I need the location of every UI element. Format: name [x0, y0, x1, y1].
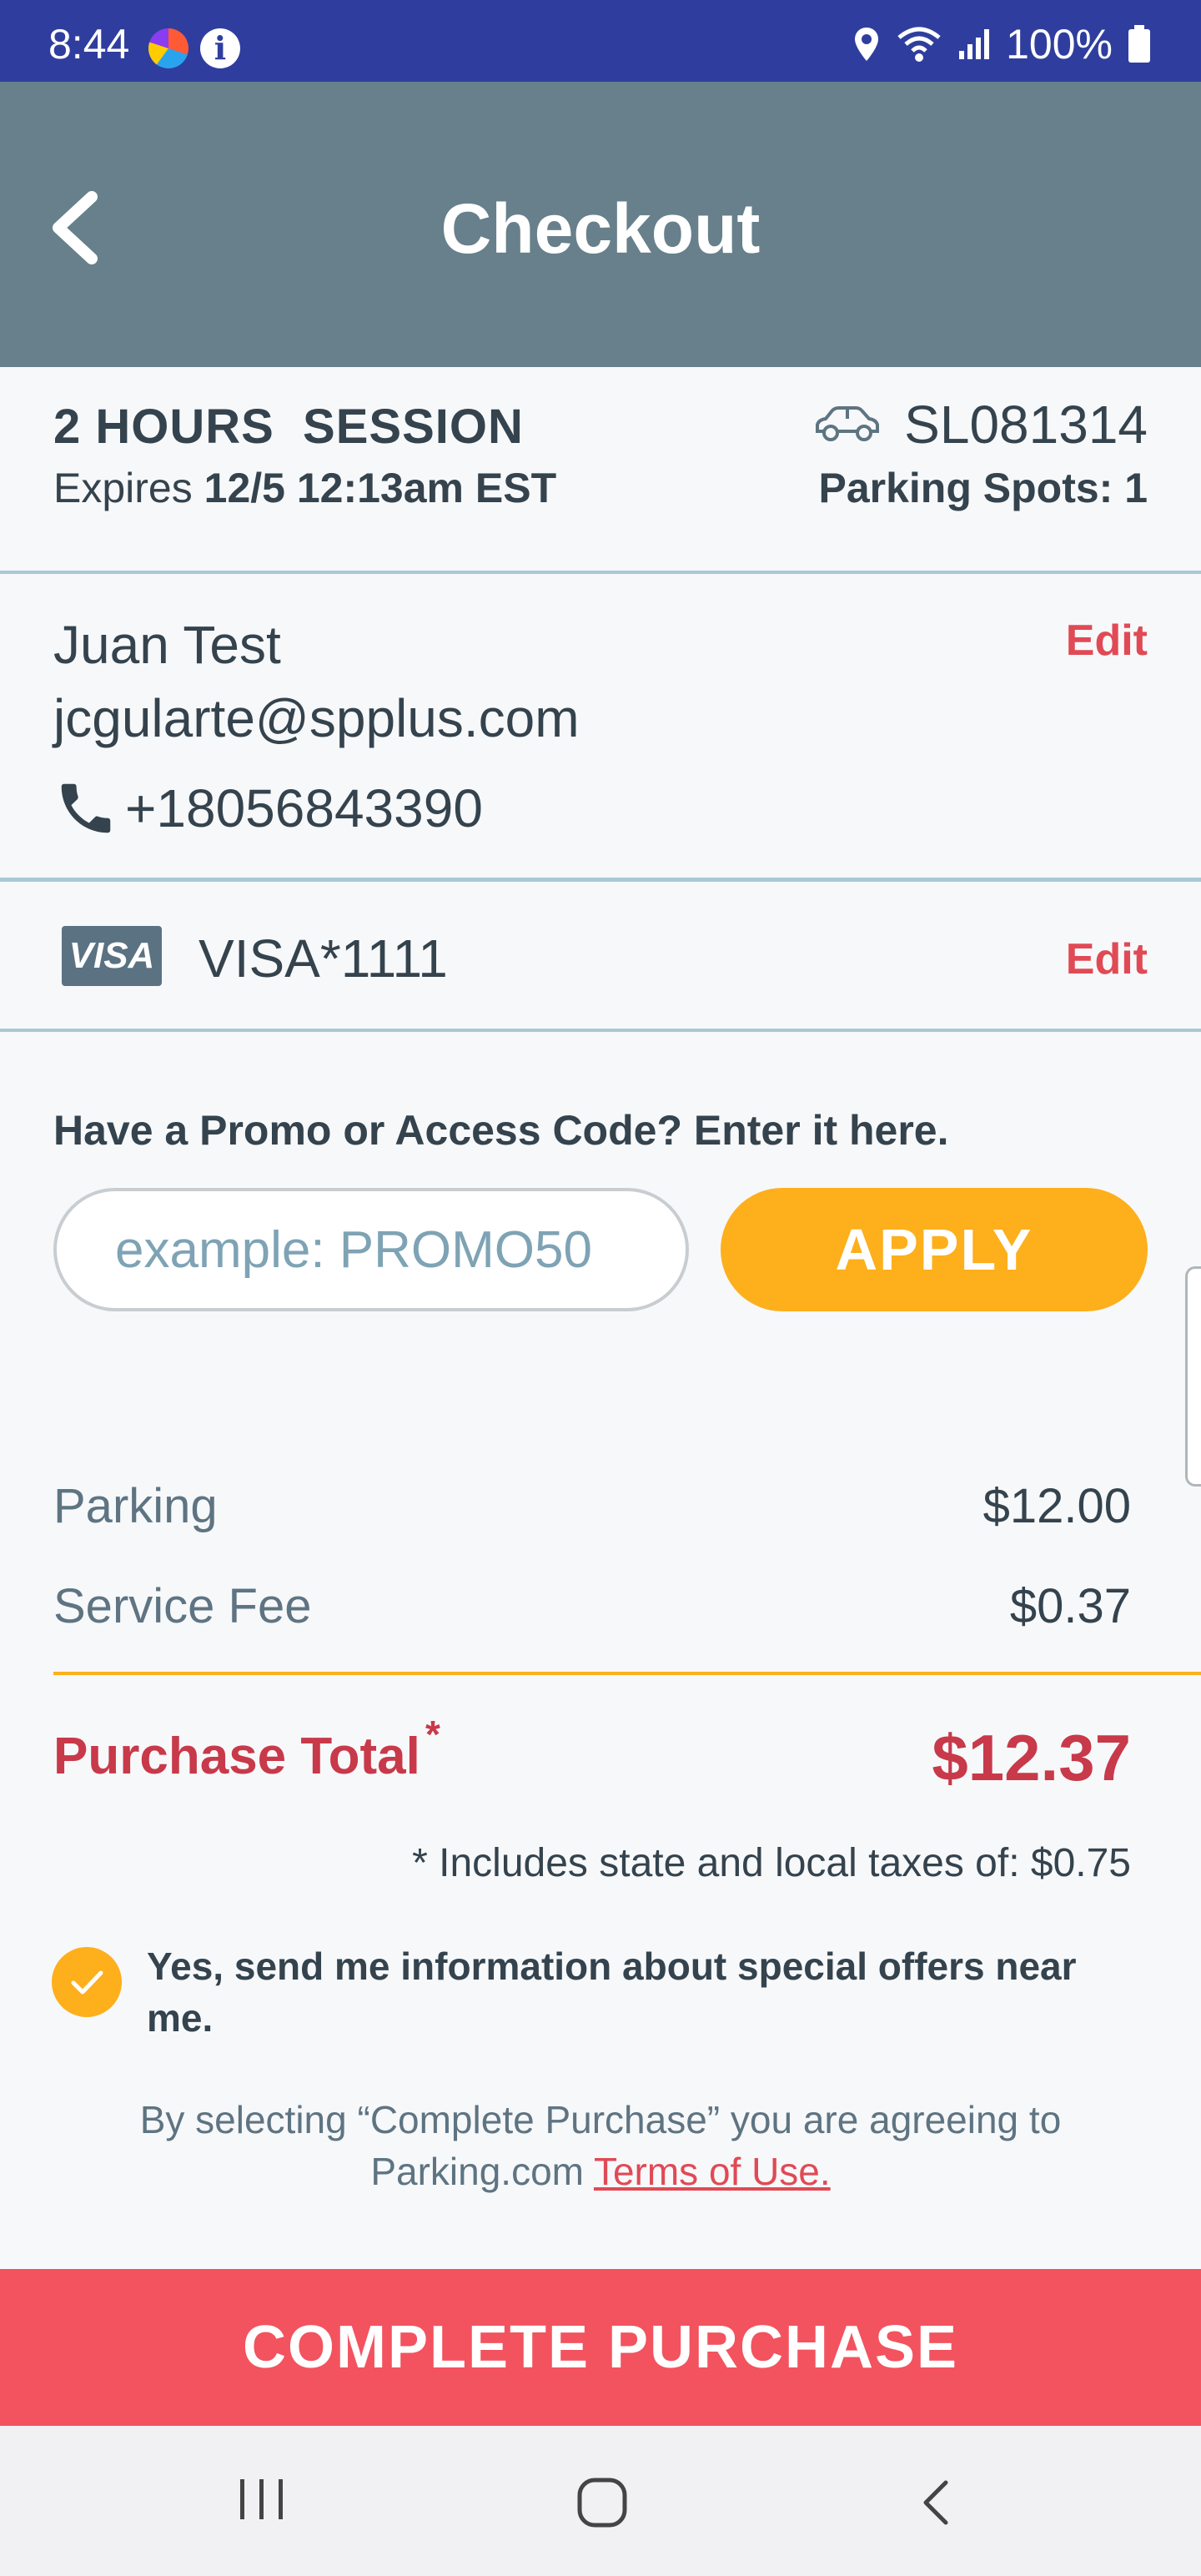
page-title: Checkout [440, 189, 761, 268]
tax-note: * Includes state and local taxes of: $0.… [412, 1841, 1131, 1885]
contact-name: Juan Test [53, 615, 281, 675]
card-number: VISA*1111 [198, 928, 448, 989]
offers-text: Yes, send me information about special o… [147, 1945, 1077, 2040]
visa-card-icon: VISA [62, 926, 162, 986]
side-panel-handle[interactable] [1185, 1266, 1201, 1487]
car-icon [816, 406, 880, 441]
total-marker: * [425, 1713, 440, 1756]
recent-apps-icon [240, 2479, 283, 2519]
home-icon [577, 2478, 627, 2528]
parking-label: Parking [53, 1479, 218, 1533]
session-title: 2 HOURS SESSION [53, 400, 524, 454]
service-fee-label: Service Fee [53, 1579, 312, 1633]
session-expires: Expires 12/5 12:13am EST [53, 464, 556, 512]
complete-purchase-button[interactable]: COMPLETE PURCHASE [0, 2269, 1201, 2426]
contact-email: jcgularte@spplus.com [53, 688, 580, 748]
offers-checkbox[interactable] [52, 1947, 122, 2017]
nav-back-button[interactable] [916, 2478, 956, 2532]
edit-payment-button[interactable]: Edit [1066, 934, 1148, 984]
contact-phone: +18056843390 [53, 776, 483, 841]
vehicle-plate: SL081314 [812, 394, 1148, 455]
battery-icon [1128, 25, 1150, 63]
price-divider [53, 1672, 1201, 1675]
signal-icon [959, 29, 990, 59]
nav-back-icon [923, 2480, 948, 2525]
parking-value: $12.00 [982, 1479, 1131, 1533]
payment-section [0, 882, 1201, 1032]
apply-button[interactable]: APPLY [721, 1188, 1148, 1311]
plate-number: SL081314 [904, 395, 1148, 455]
promo-code-input[interactable] [53, 1188, 689, 1311]
status-bar: 8:44 i 100% [0, 0, 1201, 82]
promo-label: Have a Promo or Access Code? Enter it he… [53, 1107, 949, 1154]
total-label: Purchase Total [53, 1728, 420, 1785]
location-icon [855, 28, 879, 61]
recent-apps-button[interactable] [235, 2476, 289, 2527]
home-button[interactable] [575, 2476, 629, 2533]
app-header: Checkout [0, 82, 1201, 367]
check-icon [71, 1970, 103, 1995]
wifi-icon [897, 27, 941, 62]
expires-value: 12/5 12:13am EST [204, 465, 557, 511]
info-icon: i [200, 28, 240, 68]
parking-spots: Parking Spots: 1 [818, 465, 1148, 511]
battery-percent: 100% [1006, 21, 1113, 68]
edit-contact-button[interactable]: Edit [1066, 616, 1148, 666]
browser-app-icon [148, 28, 188, 68]
service-fee-value: $0.37 [1009, 1579, 1131, 1633]
terms-notice: By selecting “Complete Purchase” you are… [83, 2094, 1118, 2197]
system-nav-bar [0, 2426, 1201, 2576]
status-right: 100% [852, 20, 1151, 68]
phone-icon [61, 783, 111, 833]
status-time: 8:44 [48, 21, 130, 68]
phone-number: +18056843390 [125, 778, 483, 838]
total-value: $12.37 [932, 1721, 1131, 1794]
expires-label: Expires [53, 465, 193, 511]
terms-link[interactable]: Terms of Use. [594, 2150, 831, 2193]
